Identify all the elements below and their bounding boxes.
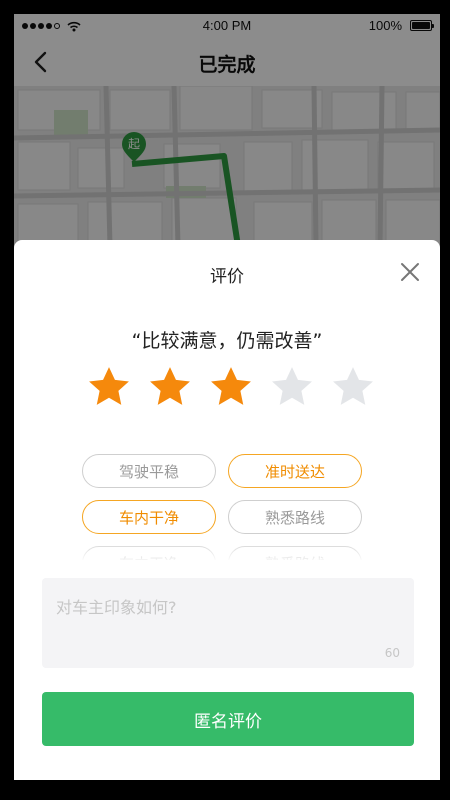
phone-screen: 起 4:00 PM 100% 已完成 评价 “比较满意，仍需改善” 驾驶平稳 准… — [14, 14, 440, 780]
rating-sheet: 评价 “比较满意，仍需改善” 驾驶平稳 准时送达 车内干净 熟悉路线 车内干净 … — [14, 240, 440, 780]
tag-chip[interactable]: 准时送达 — [228, 454, 362, 488]
tag-chip[interactable]: 车内干净 — [82, 500, 216, 534]
star-icon-4[interactable] — [269, 364, 315, 410]
tag-chip[interactable]: 熟悉路线 — [228, 546, 362, 560]
tag-list: 驾驶平稳 准时送达 车内干净 熟悉路线 车内干净 熟悉路线 — [82, 454, 372, 560]
star-icon-3[interactable] — [208, 364, 254, 410]
star-icon-2[interactable] — [147, 364, 193, 410]
comment-box: 60 — [42, 578, 414, 668]
anonymous-submit-button[interactable]: 匿名评价 — [42, 692, 414, 746]
comment-input[interactable] — [42, 578, 414, 668]
close-icon[interactable] — [398, 260, 422, 284]
tag-chip[interactable]: 熟悉路线 — [228, 500, 362, 534]
tag-chip[interactable]: 车内干净 — [82, 546, 216, 560]
tag-chip[interactable]: 驾驶平稳 — [82, 454, 216, 488]
star-icon-1[interactable] — [86, 364, 132, 410]
star-icon-5[interactable] — [330, 364, 376, 410]
rating-quote: “比较满意，仍需改善” — [131, 330, 323, 352]
sheet-title: 评价 — [210, 267, 244, 287]
char-counter: 60 — [384, 646, 400, 660]
star-rating — [86, 364, 376, 414]
